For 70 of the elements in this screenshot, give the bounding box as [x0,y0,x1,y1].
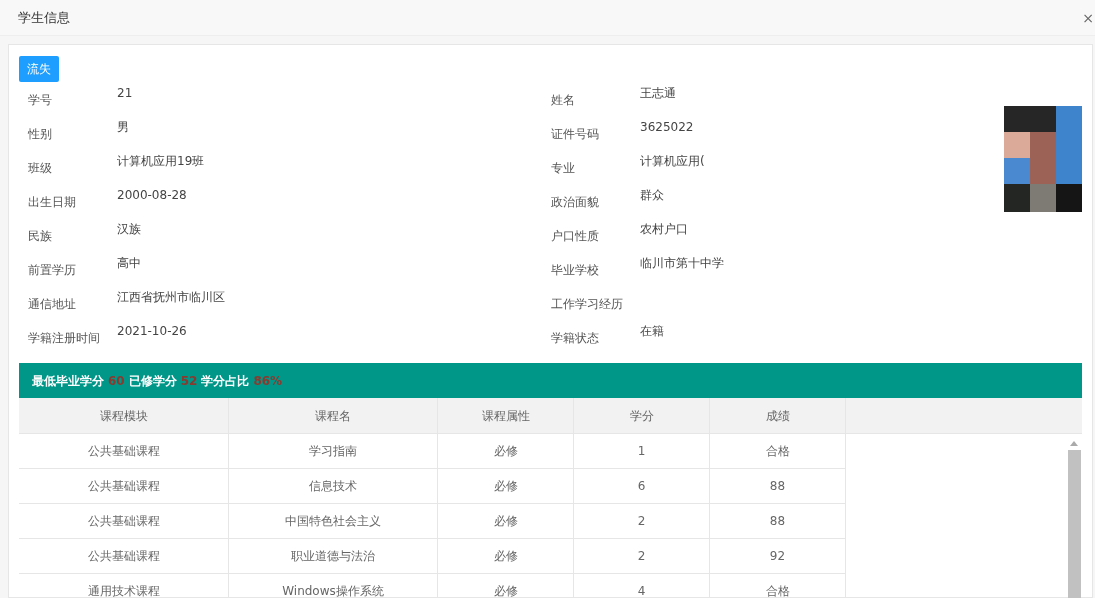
table-cell: 合格 [710,434,846,468]
table-cell: 2 [574,504,710,538]
field-value: 临川市第十中学 [640,255,724,272]
table-cell: 88 [710,504,846,538]
table-cell: 6 [574,469,710,503]
summary-value: 86% [253,372,283,390]
field-value: 在籍 [640,323,664,340]
table-cell: 1 [574,434,710,468]
column-header: 课程模块 [19,398,229,433]
field-value: 群众 [640,187,664,204]
field-value: 计算机应用19班 [117,153,205,170]
summary-value: 60 [108,372,125,390]
field-label: 政治面貌 [551,194,600,211]
table-cell: 公共基础课程 [19,434,229,468]
field-value: 2000-08-28 [117,187,187,204]
field-label: 性别 [28,126,53,143]
field-value: 男 [117,119,129,136]
table-cell: 公共基础课程 [19,504,229,538]
field-label: 户口性质 [551,228,600,245]
summary-label: 已修学分 [128,372,177,390]
field-label: 学籍注册时间 [28,330,101,347]
field-label: 工作学习经历 [551,296,624,313]
table-cell: 92 [710,539,846,573]
summary-label: 最低毕业学分 [32,372,104,390]
table-cell: 信息技术 [229,469,438,503]
field-value: 3625022 [640,119,694,136]
field-value: 高中 [117,255,141,272]
table-cell: 必修 [438,574,574,598]
table-cell: 公共基础课程 [19,539,229,573]
column-header: 成绩 [710,398,846,433]
field-label: 学号 [28,92,53,109]
window-title: 学生信息 [18,8,70,27]
table-cell: 公共基础课程 [19,469,229,503]
field-value: 农村户口 [640,221,688,238]
field-label: 出生日期 [28,194,77,211]
field-label: 姓名 [551,92,576,109]
table-cell: 88 [710,469,846,503]
field-value: 汉族 [117,221,141,238]
table-cell: 中国特色社会主义 [229,504,438,538]
table-cell: 必修 [438,469,574,503]
field-value: 2021-10-26 [117,323,187,340]
field-label: 毕业学校 [551,262,600,279]
table-cell: 必修 [438,434,574,468]
field-label: 前置学历 [28,262,77,279]
table-cell: 通用技术课程 [19,574,229,598]
field-label: 民族 [28,228,53,245]
field-label: 班级 [28,160,53,177]
table-cell: 必修 [438,504,574,538]
field-value: 江西省抚州市临川区 [117,289,225,306]
table-cell: 合格 [710,574,846,598]
scroll-up-icon[interactable] [1070,440,1078,446]
field-label: 专业 [551,160,576,177]
field-label: 证件号码 [551,126,600,143]
table-cell: 2 [574,539,710,573]
table-cell: Windows操作系统 [229,574,438,598]
field-label: 学籍状态 [551,330,600,347]
summary-label: 学分占比 [201,372,250,390]
close-button[interactable]: × [1082,10,1094,25]
table-cell: 4 [574,574,710,598]
table-cell: 必修 [438,539,574,573]
column-header: 课程属性 [438,398,574,433]
column-header: 学分 [574,398,710,433]
field-value: 王志通 [640,85,676,102]
column-header: 课程名 [229,398,438,433]
table-cell: 学习指南 [229,434,438,468]
field-value: 计算机应用( [640,153,705,170]
table-cell: 职业道德与法治 [229,539,438,573]
summary-value: 52 [180,372,198,390]
field-label: 通信地址 [28,296,77,313]
field-value: 21 [117,85,133,102]
